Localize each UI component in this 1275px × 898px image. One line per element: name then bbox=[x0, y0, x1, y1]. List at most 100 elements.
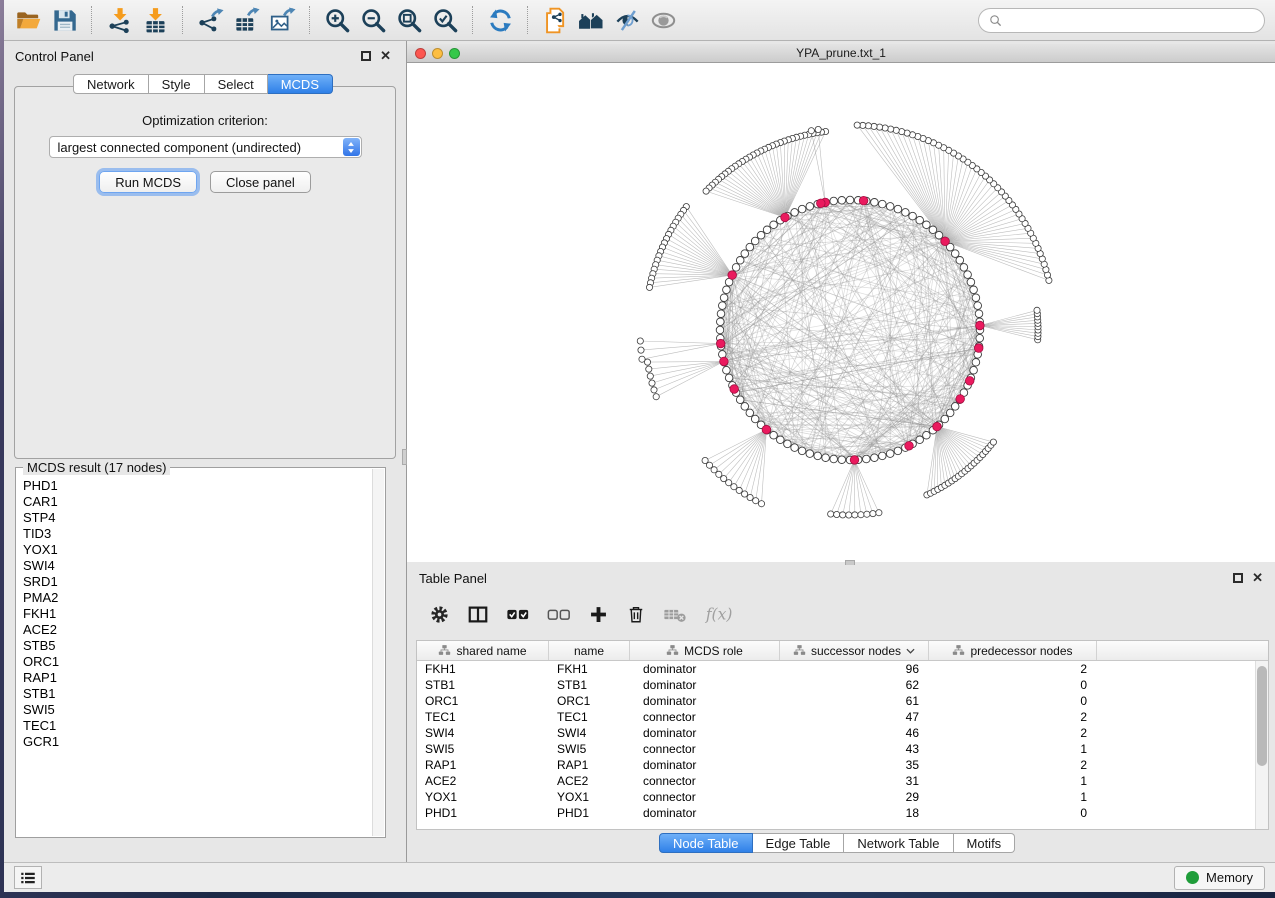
mcds-node[interactable] bbox=[850, 456, 859, 465]
leaf-node[interactable] bbox=[840, 512, 846, 518]
tab-motifs[interactable]: Motifs bbox=[954, 833, 1016, 853]
table-row[interactable]: PHD1PHD1dominator180 bbox=[417, 805, 1268, 821]
mcds-node[interactable] bbox=[956, 395, 965, 404]
leaf-node[interactable] bbox=[646, 284, 652, 290]
memory-button[interactable]: Memory bbox=[1174, 866, 1265, 890]
ring-node[interactable] bbox=[751, 415, 759, 423]
result-node-item[interactable]: RAP1 bbox=[17, 670, 372, 686]
leaf-node[interactable] bbox=[852, 512, 858, 518]
column-settings-button[interactable] bbox=[429, 603, 450, 626]
leaf-node[interactable] bbox=[637, 338, 643, 344]
tab-network-table[interactable]: Network Table bbox=[844, 833, 953, 853]
ring-node[interactable] bbox=[741, 403, 749, 411]
mcds-node[interactable] bbox=[720, 357, 729, 366]
mcds-node[interactable] bbox=[976, 321, 985, 330]
network-overview-button[interactable] bbox=[573, 4, 609, 36]
close-panel-button[interactable]: Close panel bbox=[210, 171, 311, 193]
mcds-node[interactable] bbox=[941, 237, 950, 246]
mcds-node[interactable] bbox=[781, 213, 790, 222]
ring-node[interactable] bbox=[838, 456, 846, 464]
mcds-node[interactable] bbox=[817, 199, 826, 208]
tab-edge-table[interactable]: Edge Table bbox=[753, 833, 845, 853]
table-row[interactable]: RAP1RAP1dominator352 bbox=[417, 757, 1268, 773]
tab-style[interactable]: Style bbox=[149, 74, 205, 94]
result-node-item[interactable]: PMA2 bbox=[17, 590, 372, 606]
ring-node[interactable] bbox=[770, 431, 778, 439]
ring-node[interactable] bbox=[830, 197, 838, 205]
search-input[interactable] bbox=[1007, 13, 1255, 27]
leaf-node[interactable] bbox=[846, 512, 852, 518]
ring-node[interactable] bbox=[916, 436, 924, 444]
open-file-button[interactable] bbox=[10, 4, 46, 36]
ring-node[interactable] bbox=[736, 257, 744, 265]
ring-node[interactable] bbox=[879, 200, 887, 208]
tab-node-table[interactable]: Node Table bbox=[659, 833, 753, 853]
leaf-node[interactable] bbox=[990, 439, 996, 445]
leaf-node[interactable] bbox=[877, 124, 883, 130]
ring-node[interactable] bbox=[946, 409, 954, 417]
column-header-name[interactable]: name bbox=[549, 641, 630, 660]
zoom-out-button[interactable] bbox=[355, 4, 391, 36]
import-network-button[interactable] bbox=[101, 4, 137, 36]
ring-node[interactable] bbox=[871, 454, 879, 462]
ring-node[interactable] bbox=[951, 403, 959, 411]
ring-node[interactable] bbox=[806, 203, 814, 211]
ring-node[interactable] bbox=[956, 257, 964, 265]
table-row[interactable]: TEC1TEC1connector472 bbox=[417, 709, 1268, 725]
table-row[interactable]: SWI4SWI4dominator462 bbox=[417, 725, 1268, 741]
ring-node[interactable] bbox=[751, 237, 759, 245]
ring-node[interactable] bbox=[806, 450, 814, 458]
leaf-node[interactable] bbox=[854, 122, 860, 128]
zoom-selected-button[interactable] bbox=[427, 4, 463, 36]
ring-node[interactable] bbox=[770, 221, 778, 229]
ring-node[interactable] bbox=[886, 450, 894, 458]
ring-node[interactable] bbox=[763, 226, 771, 234]
ring-node[interactable] bbox=[822, 454, 830, 462]
tab-network[interactable]: Network bbox=[73, 74, 149, 94]
mcds-node[interactable] bbox=[933, 422, 942, 431]
mcds-node[interactable] bbox=[716, 339, 725, 348]
mcds-node[interactable] bbox=[859, 196, 868, 205]
ring-node[interactable] bbox=[923, 431, 931, 439]
tab-mcds[interactable]: MCDS bbox=[268, 74, 333, 94]
ring-node[interactable] bbox=[935, 231, 943, 239]
create-column-button[interactable] bbox=[588, 603, 609, 626]
ring-node[interactable] bbox=[894, 205, 902, 213]
leaf-node[interactable] bbox=[858, 512, 864, 518]
ring-node[interactable] bbox=[941, 415, 949, 423]
leaf-node[interactable] bbox=[653, 394, 659, 400]
result-node-item[interactable]: FKH1 bbox=[17, 606, 372, 622]
leaf-node[interactable] bbox=[815, 126, 821, 132]
result-node-item[interactable]: SWI4 bbox=[17, 558, 372, 574]
table-row[interactable]: FKH1FKH1dominator962 bbox=[417, 661, 1268, 677]
leaf-node[interactable] bbox=[834, 511, 840, 517]
import-table-button[interactable] bbox=[137, 4, 173, 36]
result-node-item[interactable]: YOX1 bbox=[17, 542, 372, 558]
table-row[interactable]: YOX1YOX1connector291 bbox=[417, 789, 1268, 805]
ring-node[interactable] bbox=[784, 440, 792, 448]
result-node-item[interactable]: SRD1 bbox=[17, 574, 372, 590]
result-node-item[interactable]: STP4 bbox=[17, 510, 372, 526]
ring-node[interactable] bbox=[798, 447, 806, 455]
network-canvas[interactable] bbox=[407, 64, 1275, 562]
leaf-node[interactable] bbox=[703, 188, 709, 194]
ring-node[interactable] bbox=[732, 264, 740, 272]
mcds-node[interactable] bbox=[762, 425, 771, 434]
maximize-window-button[interactable] bbox=[449, 48, 460, 59]
result-node-item[interactable]: SWI5 bbox=[17, 702, 372, 718]
leaf-node[interactable] bbox=[808, 128, 814, 134]
minimize-window-button[interactable] bbox=[432, 48, 443, 59]
zoom-in-button[interactable] bbox=[319, 4, 355, 36]
tab-select[interactable]: Select bbox=[205, 74, 268, 94]
ring-node[interactable] bbox=[798, 205, 806, 213]
leaf-node[interactable] bbox=[876, 510, 882, 516]
table-row[interactable]: STB1STB1dominator620 bbox=[417, 677, 1268, 693]
ring-node[interactable] bbox=[972, 359, 980, 367]
leaf-node[interactable] bbox=[742, 491, 748, 497]
leaf-node[interactable] bbox=[753, 498, 759, 504]
ring-node[interactable] bbox=[777, 436, 785, 444]
leaf-node[interactable] bbox=[736, 487, 742, 493]
ring-node[interactable] bbox=[970, 286, 978, 294]
search-box[interactable] bbox=[978, 8, 1265, 33]
result-node-item[interactable]: PHD1 bbox=[17, 478, 372, 494]
